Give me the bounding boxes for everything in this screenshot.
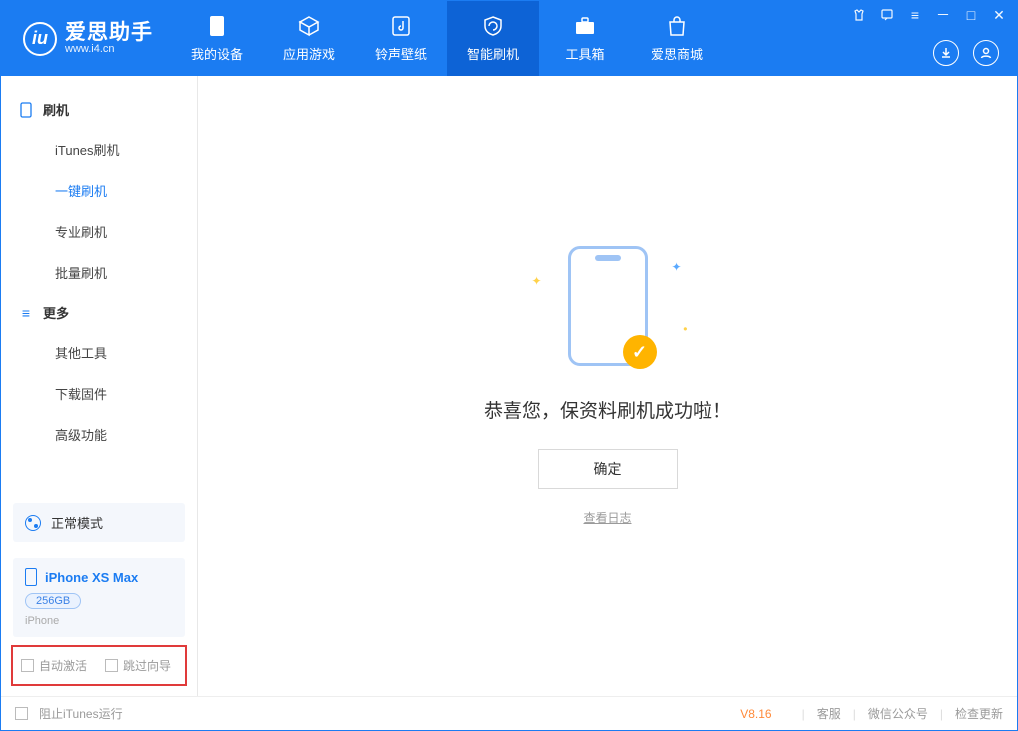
flash-options-row: 自动激活 跳过向导 [11, 645, 187, 686]
sidebar-item-advanced[interactable]: 高级功能 [1, 414, 197, 455]
app-title: 爱思助手 [65, 22, 153, 44]
sidebar-item-download-firmware[interactable]: 下载固件 [1, 373, 197, 414]
refresh-shield-icon [481, 14, 505, 38]
close-button[interactable]: ✕ [989, 5, 1009, 25]
music-note-icon [389, 14, 413, 38]
app-logo: iu 爱思助手 www.i4.cn [1, 1, 171, 76]
download-button[interactable] [933, 40, 959, 66]
feedback-icon[interactable] [877, 5, 897, 25]
sidebar: 刷机 iTunes刷机 一键刷机 专业刷机 批量刷机 ≡ 更多 其他工具 下载固… [1, 76, 198, 696]
success-illustration: ✓ ✦ ✦ • [568, 246, 648, 366]
account-button[interactable] [973, 40, 999, 66]
header-right-buttons [933, 40, 999, 66]
sidebar-item-other-tools[interactable]: 其他工具 [1, 332, 197, 373]
tab-ringtones[interactable]: 铃声壁纸 [355, 1, 447, 76]
sidebar-item-pro-flash[interactable]: 专业刷机 [1, 211, 197, 252]
logo-icon: iu [23, 22, 57, 56]
confirm-button[interactable]: 确定 [538, 449, 678, 489]
device-icon [19, 103, 33, 117]
sidebar-item-batch-flash[interactable]: 批量刷机 [1, 252, 197, 293]
tab-toolbox[interactable]: 工具箱 [539, 1, 631, 76]
success-message: 恭喜您，保资料刷机成功啦！ [484, 396, 731, 423]
more-icon: ≡ [19, 306, 33, 320]
sparkle-icon: ✦ [532, 274, 542, 288]
tab-label: 爱思商城 [651, 44, 703, 63]
tab-label: 铃声壁纸 [375, 44, 427, 63]
device-info-box[interactable]: iPhone XS Max 256GB iPhone [13, 558, 185, 637]
minimize-button[interactable]: － [933, 5, 953, 25]
view-log-link[interactable]: 查看日志 [583, 509, 631, 526]
section-title: 更多 [43, 303, 69, 322]
auto-activate-checkbox[interactable]: 自动激活 [21, 657, 87, 674]
app-window: iu 爱思助手 www.i4.cn 我的设备 应用游戏 铃声壁纸 智能刷机 [0, 0, 1018, 731]
cube-icon [297, 14, 321, 38]
device-mode-box[interactable]: 正常模式 [13, 503, 185, 542]
bag-icon [665, 14, 689, 38]
sidebar-section-flash: 刷机 [1, 90, 197, 129]
tab-label: 应用游戏 [283, 44, 335, 63]
header: iu 爱思助手 www.i4.cn 我的设备 应用游戏 铃声壁纸 智能刷机 [1, 1, 1017, 76]
main-content: ✓ ✦ ✦ • 恭喜您，保资料刷机成功啦！ 确定 查看日志 [198, 76, 1017, 696]
mode-icon [25, 515, 41, 531]
phone-outline-icon [25, 568, 37, 586]
nav-tabs: 我的设备 应用游戏 铃声壁纸 智能刷机 工具箱 爱思商城 [171, 1, 723, 76]
device-capacity: 256GB [25, 593, 81, 609]
check-badge-icon: ✓ [623, 335, 657, 369]
app-subtitle: www.i4.cn [65, 44, 153, 56]
tab-smart-flash[interactable]: 智能刷机 [447, 1, 539, 76]
tab-my-device[interactable]: 我的设备 [171, 1, 263, 76]
body: 刷机 iTunes刷机 一键刷机 专业刷机 批量刷机 ≡ 更多 其他工具 下载固… [1, 76, 1017, 696]
tab-apps-games[interactable]: 应用游戏 [263, 1, 355, 76]
tab-label: 智能刷机 [467, 44, 519, 63]
sparkle-icon: • [683, 322, 687, 336]
footer-link-wechat[interactable]: 微信公众号 [868, 705, 928, 722]
maximize-button[interactable]: □ [961, 5, 981, 25]
sidebar-section-more: ≡ 更多 [1, 293, 197, 332]
device-type: iPhone [25, 615, 173, 627]
sparkle-icon: ✦ [671, 260, 681, 274]
section-title: 刷机 [43, 100, 69, 119]
sidebar-item-oneclick-flash[interactable]: 一键刷机 [1, 170, 197, 211]
toolbox-icon [573, 14, 597, 38]
menu-icon[interactable]: ≡ [905, 5, 925, 25]
footer-link-update[interactable]: 检查更新 [955, 705, 1003, 722]
shirt-icon[interactable] [849, 5, 869, 25]
block-itunes-checkbox[interactable]: 阻止iTunes运行 [15, 705, 123, 722]
tab-label: 我的设备 [191, 44, 243, 63]
phone-illustration-icon: ✓ [568, 246, 648, 366]
tab-store[interactable]: 爱思商城 [631, 1, 723, 76]
phone-icon [205, 14, 229, 38]
window-controls: ≡ － □ ✕ [849, 5, 1009, 25]
footer: 阻止iTunes运行 V8.16 | 客服 | 微信公众号 | 检查更新 [1, 696, 1017, 730]
sidebar-item-itunes-flash[interactable]: iTunes刷机 [1, 129, 197, 170]
footer-link-service[interactable]: 客服 [817, 705, 841, 722]
tab-label: 工具箱 [565, 44, 604, 63]
version-label: V8.16 [740, 707, 771, 721]
device-mode-label: 正常模式 [51, 513, 103, 532]
skip-wizard-checkbox[interactable]: 跳过向导 [105, 657, 171, 674]
device-name: iPhone XS Max [45, 570, 138, 585]
